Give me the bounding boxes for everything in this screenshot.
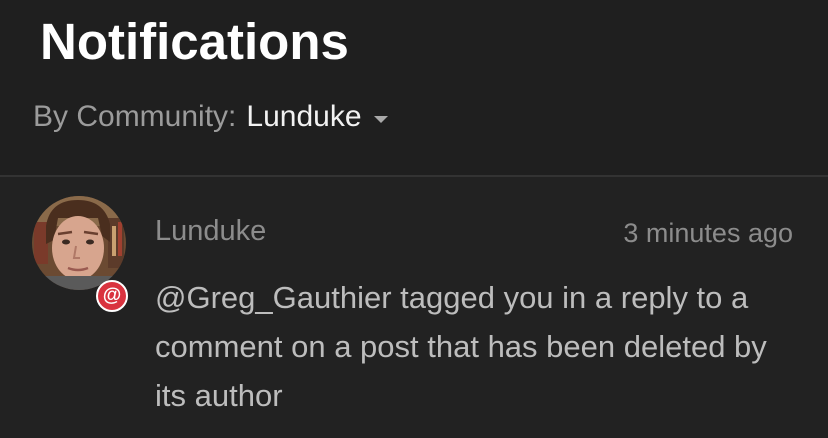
notification-timestamp: 3 minutes ago [623,218,793,248]
avatar [32,196,126,290]
notification-item[interactable]: @ Lunduke 3 minutes ago @Greg_Gauthier t… [0,177,828,438]
mention-icon: @ [96,280,128,312]
page-header: Notifications By Community: Lunduke [0,0,828,176]
filter-label: By Community: [33,100,237,133]
chevron-down-icon [373,115,388,123]
avatar-image [32,196,126,290]
notification-message: @Greg_Gauthier tagged you in a reply to … [155,280,767,413]
community-filter: By Community: Lunduke [33,97,388,137]
notification-community: Lunduke [155,215,267,247]
community-filter-dropdown[interactable]: Lunduke [246,97,388,137]
filter-selected-value: Lunduke [246,100,362,133]
avatar-container[interactable]: @ [32,196,130,312]
page-title: Notifications [40,13,349,70]
